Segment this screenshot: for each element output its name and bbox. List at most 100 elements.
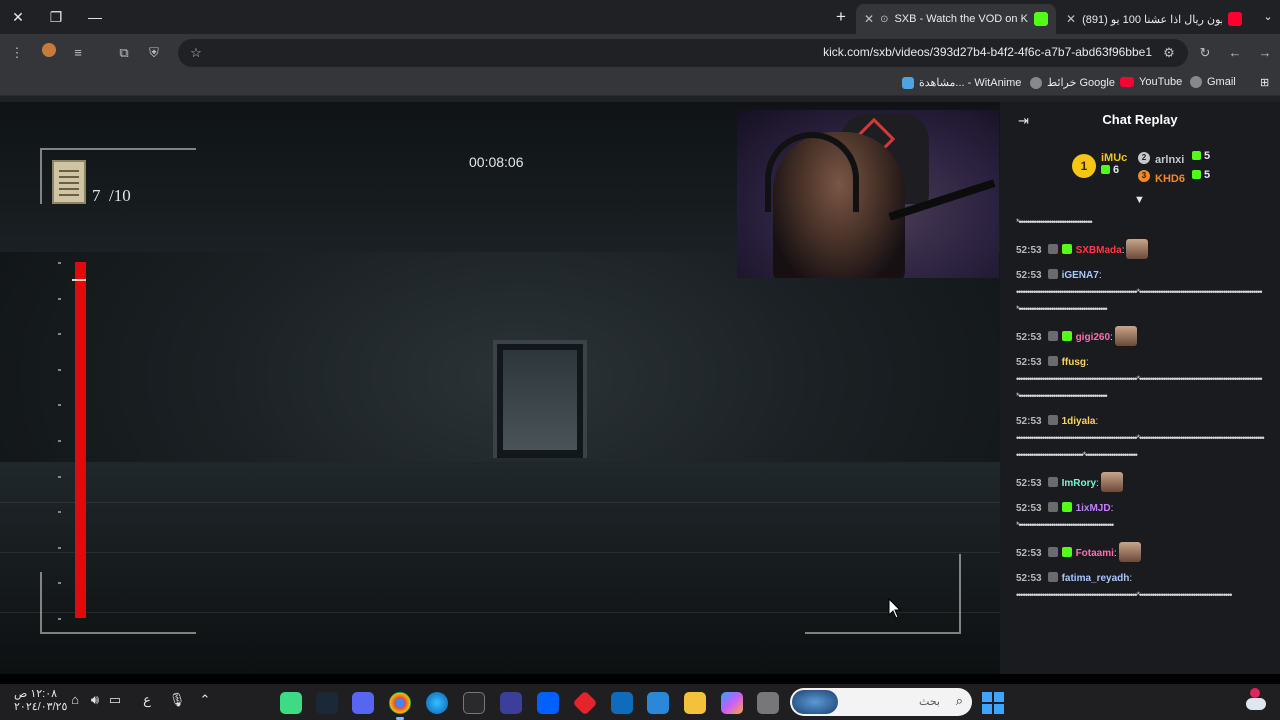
message-body: ••••••••••••••••••••••••••••••••••••••••… — [1016, 287, 1263, 314]
username-separator: : — [1110, 332, 1113, 343]
windows-start-button[interactable] — [982, 692, 1004, 714]
copilot-icon[interactable] — [721, 692, 743, 714]
message-username[interactable]: SXBMada — [1076, 245, 1122, 256]
bookmark-star-icon[interactable]: ☆ — [185, 42, 207, 64]
dropbox-icon[interactable] — [537, 692, 559, 714]
close-window-button[interactable]: ✕ — [4, 6, 32, 28]
message-username[interactable]: ffusg — [1062, 357, 1086, 368]
minimize-window-button[interactable]: — — [81, 6, 109, 28]
taskbar-search[interactable]: بحث ⌕ — [790, 688, 972, 716]
message-username[interactable]: 1diyala — [1062, 416, 1096, 427]
subscriber-badge-icon — [1061, 244, 1072, 254]
microphone-icon[interactable]: 🎙︎ — [168, 692, 186, 708]
show-hidden-icons-chevron-icon[interactable]: ⌃ — [196, 692, 214, 708]
globe-icon — [1030, 76, 1042, 89]
outlook-icon[interactable] — [611, 692, 633, 714]
restore-window-button[interactable]: ❐ — [42, 6, 70, 28]
message-body: *•••••••••••••••••••••••••••••••••• — [1016, 217, 1093, 227]
steam-icon[interactable] — [316, 692, 338, 714]
shield-icon[interactable]: ⛨ — [143, 42, 165, 64]
username-separator: : — [1113, 548, 1117, 559]
message-username[interactable]: gigi260 — [1076, 332, 1110, 343]
android-app-icon[interactable] — [280, 692, 302, 714]
edge-icon[interactable] — [426, 692, 448, 714]
message-username[interactable]: 1ixMJD — [1076, 503, 1111, 514]
epic-games-icon[interactable] — [463, 692, 485, 714]
message-timestamp: 52:53 — [1016, 332, 1042, 343]
reload-icon[interactable]: ↻ — [1194, 42, 1216, 64]
meter-tick — [58, 582, 61, 585]
leader-3[interactable]: KHD6 — [1155, 169, 1195, 187]
emote-image — [1114, 326, 1137, 346]
username-separator: : — [1110, 503, 1114, 514]
meter-tick — [58, 404, 61, 407]
microsoft-store-icon[interactable] — [647, 692, 669, 714]
extensions-icon[interactable]: ⧉ — [113, 42, 135, 64]
volume-icon[interactable]: 🔊︎ — [86, 692, 104, 708]
chat-panel: ⇥ Chat Replay 1 iMUc 6 2 arlnxi 5 3 KHD6… — [1000, 102, 1280, 674]
user-badge-icon — [1047, 572, 1058, 582]
message-username[interactable]: iGENA7 — [1062, 270, 1099, 281]
youtube-icon — [1120, 77, 1134, 87]
input-language-indicator[interactable]: ع — [138, 692, 156, 708]
user-badge-icon — [1047, 269, 1058, 279]
leader-2-count-wrap: 5 — [1192, 150, 1210, 162]
bookmark-google-maps[interactable]: خرائط Google — [1030, 76, 1115, 89]
meter-tick — [58, 368, 61, 371]
close-tab-icon[interactable]: ✕ — [864, 12, 874, 26]
tab-sxb-vod[interactable]: ✕ ⊙ SXB - Watch the VOD on Ki — [856, 4, 1056, 34]
mouse-cursor-icon — [888, 598, 902, 619]
meter-tick — [58, 475, 61, 478]
system-clock[interactable]: ١٢:٠٨ ص ٢٠٢٤/٠٣/٢٥ — [14, 688, 67, 714]
new-tab-button[interactable]: + — [827, 6, 855, 28]
message-body: *•••••••••••••••••••••••••••••••••••••••… — [1016, 520, 1114, 530]
vs-app-icon[interactable] — [500, 692, 522, 714]
bookmark-label: Gmail — [1207, 76, 1236, 88]
file-explorer-icon[interactable] — [684, 692, 706, 714]
chrome-icon[interactable] — [389, 692, 411, 720]
message-username[interactable]: Fotaami — [1076, 548, 1114, 559]
expand-leaderboard-icon[interactable]: ▼ — [1134, 194, 1145, 206]
profile-avatar[interactable] — [38, 42, 60, 64]
meter-tick — [58, 546, 61, 549]
network-icon[interactable]: ▭ — [106, 692, 124, 708]
leader-1[interactable]: iMUc 6 — [1101, 152, 1127, 176]
gift-icon — [1101, 165, 1110, 174]
weather-widget-icon[interactable] — [1244, 688, 1268, 714]
reading-list-icon[interactable]: ≡ — [67, 42, 89, 64]
kick-favicon-icon — [1034, 12, 1048, 26]
message-timestamp: 52:53 — [1016, 478, 1042, 489]
generic-app-icon[interactable] — [757, 692, 779, 714]
bookmark-youtube[interactable]: YouTube — [1120, 76, 1182, 88]
notifications-icon[interactable]: ⌂ — [66, 692, 84, 707]
address-bar[interactable]: ☆ kick.com/sxb/videos/393d27b4-b4f2-4f6c… — [178, 39, 1188, 67]
chat-message: 52:53 SXBMada: — [1016, 239, 1264, 259]
meter-tick — [58, 262, 61, 264]
gift-icon — [1192, 170, 1201, 179]
back-icon[interactable]: → — [1254, 42, 1276, 64]
close-tab-icon[interactable]: ✕ — [1066, 12, 1076, 26]
red-diamond-app-icon[interactable] — [572, 690, 598, 716]
site-settings-icon[interactable]: ⚙ — [1158, 42, 1180, 64]
message-username[interactable]: ImRory — [1062, 478, 1096, 489]
tab-youtube[interactable]: ✕ (891) مليون ريال اذا عشنا 100 يو — [1058, 4, 1250, 34]
rank-2-medal: 2 — [1138, 152, 1150, 164]
bookmark-gmail[interactable]: Gmail — [1190, 76, 1236, 88]
tab-search-chevron-icon[interactable]: ⌄ — [1254, 6, 1280, 28]
chat-message: 52:53 ffusg: •••••••••••••••••••••••••••••… — [1016, 354, 1264, 405]
url-text[interactable]: kick.com/sxb/videos/393d27b4-b4f2-4f6c-a… — [823, 45, 1152, 59]
emote-image — [1126, 239, 1149, 259]
message-username[interactable]: fatima_reyadh — [1062, 573, 1130, 584]
search-highlight-image — [792, 690, 838, 714]
video-player[interactable]: 7 /10 00:08:06 — [0, 102, 1000, 674]
forward-icon[interactable]: ← — [1224, 42, 1246, 64]
username-separator: : — [1096, 478, 1099, 489]
bookmark-witanime[interactable]: مشاهدة... - WitAnime — [902, 76, 1021, 89]
user-badge-icon — [1047, 502, 1058, 512]
witanime-icon — [902, 76, 914, 89]
tab-title: (891) مليون ريال اذا عشنا 100 يو — [1082, 13, 1222, 26]
menu-icon[interactable]: ⋮ — [6, 42, 28, 64]
discord-icon[interactable] — [352, 692, 374, 714]
emote-image — [1118, 542, 1141, 562]
apps-grid-icon[interactable]: ⊞ — [1260, 76, 1269, 89]
